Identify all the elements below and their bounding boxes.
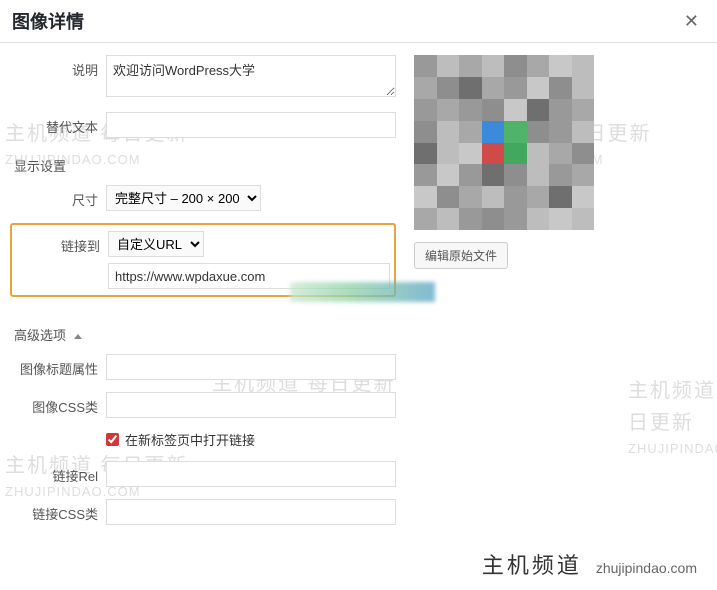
display-settings-section: 显示设置: [14, 156, 396, 175]
link-css-input[interactable]: [106, 499, 396, 525]
link-rel-label: 链接Rel: [10, 461, 106, 485]
caption-label: 说明: [10, 55, 106, 79]
linkto-label: 链接到: [12, 231, 108, 255]
redaction-overlay: [290, 282, 435, 302]
alt-label: 替代文本: [10, 112, 106, 136]
image-preview: [414, 55, 594, 230]
link-css-label: 链接CSS类: [10, 499, 106, 523]
edit-original-button[interactable]: 编辑原始文件: [414, 242, 508, 269]
css-class-label: 图像CSS类: [10, 392, 106, 416]
modal-header: 图像详情 ✕: [0, 0, 717, 43]
modal-title: 图像详情: [12, 8, 84, 34]
title-attr-input[interactable]: [106, 354, 396, 380]
caret-up-icon: [74, 334, 82, 339]
newtab-checkbox[interactable]: [106, 433, 119, 446]
linkto-select[interactable]: 自定义URL: [108, 231, 204, 257]
close-icon[interactable]: ✕: [678, 10, 705, 32]
newtab-label[interactable]: 在新标签页中打开链接: [125, 430, 255, 449]
title-attr-label: 图像标题属性: [10, 354, 106, 378]
link-rel-input[interactable]: [106, 461, 396, 487]
caption-textarea[interactable]: 欢迎访问WordPress大学: [106, 55, 396, 97]
advanced-section[interactable]: 高级选项: [14, 325, 396, 344]
footer-brand: 主机频道 zhujipindao.com: [474, 544, 705, 584]
size-select[interactable]: 完整尺寸 – 200 × 200: [106, 185, 261, 211]
css-class-input[interactable]: [106, 392, 396, 418]
alt-input[interactable]: [106, 112, 396, 138]
size-label: 尺寸: [10, 185, 106, 209]
